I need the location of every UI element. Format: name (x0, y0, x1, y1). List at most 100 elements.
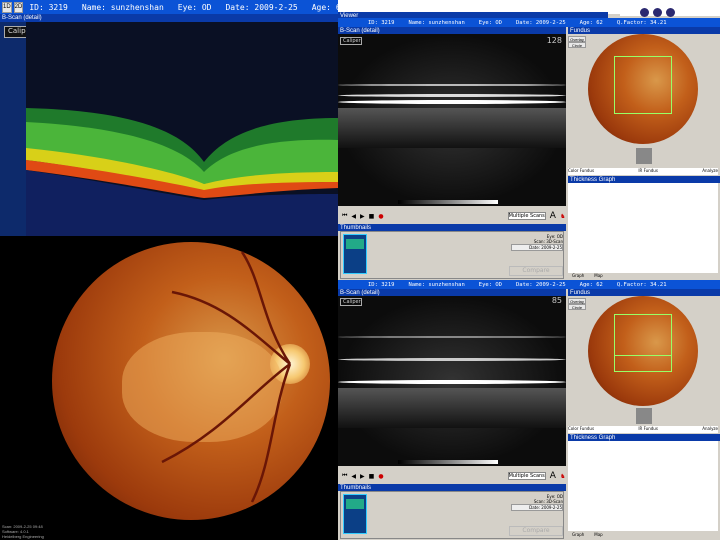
quality-factor: Q.Factor: 34.21 (616, 281, 667, 288)
analyze-label[interactable]: Analyze (702, 426, 718, 433)
info-panel: Eye: OD Scan: 3D-Scan Date: 2009-2-25 (511, 494, 563, 518)
tab-2d[interactable]: 2D (13, 1, 24, 13)
viewer-bottom: ID: 3219 Name: sunzhenshan Eye: OD Date:… (338, 280, 720, 540)
thumbnails-panel: Eye: OD Scan: 3D-Scan Date: 2009-2-25 Co… (340, 491, 564, 539)
patient-eye: Eye: OD (478, 19, 502, 26)
intensity-bar (398, 460, 498, 464)
compare-button[interactable]: Compare (509, 266, 563, 276)
playback-toolbar: ⏮ ◀ ▶ ■ ● Multiple Scans A ♞ (338, 470, 566, 482)
thickness-graph (568, 441, 718, 531)
tab-1d[interactable]: 1D (2, 1, 12, 13)
graph-map-tabs: Graph Map (568, 532, 718, 539)
info-date: Date: 2009-2-25 (511, 504, 563, 511)
patient-name: Name: sunzhenshan (408, 19, 465, 26)
fundus-thumb (588, 296, 698, 406)
thumbnail[interactable] (343, 494, 367, 534)
tab-map[interactable]: Map (594, 532, 602, 539)
first-frame-icon[interactable]: ⏮ (342, 212, 347, 220)
vessels (161, 251, 292, 503)
color-fundus-label[interactable]: Color Fundus (568, 426, 594, 433)
quality-factor: Q.Factor: 34.21 (359, 2, 432, 12)
caliper-button[interactable]: Caliper (340, 37, 362, 45)
play-icon[interactable]: ▶ (360, 473, 365, 480)
fundus-title: Fundus (568, 289, 720, 296)
fundus-thumb (588, 34, 698, 144)
multiple-scans-select[interactable]: Multiple Scans (507, 472, 546, 480)
viewer-top: Viewer ID: 3219 Name: sunzhenshan Eye: O… (338, 12, 720, 280)
user-icon[interactable]: ♞ (560, 473, 565, 480)
tab-graph[interactable]: Graph (572, 532, 584, 539)
font-a-icon[interactable]: A (550, 471, 556, 481)
info-panel: Eye: OD Scan: 3D-Scan Date: 2009-2-25 (511, 234, 563, 258)
scan-index: 85 (551, 296, 562, 305)
thickness-title: Thickness Graph (568, 176, 720, 183)
info-date: Date: 2009-2-25 (511, 244, 563, 251)
oct-bscan: Caliper 85 (338, 296, 566, 466)
play-icon[interactable]: ▶ (360, 213, 365, 220)
intensity-bar (398, 200, 498, 204)
bscan-title: B-Scan (detail) (0, 14, 338, 22)
circle-button[interactable]: Circle (568, 42, 586, 48)
thickness-graph (568, 183, 718, 273)
thumbnails-panel: Eye: OD Scan: 3D-Scan Date: 2009-2-25 Co… (340, 231, 564, 279)
color-fundus-label[interactable]: Color Fundus (568, 168, 594, 175)
analyze-label[interactable]: Analyze (702, 168, 718, 175)
fundus-area (0, 236, 338, 526)
patient-age: Age: 62 (311, 2, 346, 12)
patient-eye: Eye: OD (177, 2, 212, 12)
prev-frame-icon[interactable]: ◀ (351, 473, 356, 480)
patient-name: Name: sunzhenshan (81, 2, 164, 12)
font-a-icon[interactable]: A (550, 211, 556, 221)
left-strip (0, 22, 26, 236)
bscan-title: B-Scan (detail) (338, 27, 566, 34)
color-fundus-image (52, 242, 330, 520)
oct-bscan: Caliper 128 (338, 34, 566, 206)
fundus-labels: Color Fundus IR Fundus Analyze (568, 426, 718, 433)
thumbnails-title: Thumbnails (338, 224, 566, 231)
dot-icon (640, 8, 649, 17)
user-icon[interactable]: ♞ (560, 213, 565, 220)
oct-color-scan (26, 22, 338, 236)
patient-eye: Eye: OD (478, 281, 502, 288)
left-window: 1D 2D ID: 3219 Name: sunzhenshan Eye: OD… (0, 0, 432, 540)
stop-icon[interactable]: ■ (369, 213, 375, 220)
multiple-scans-select[interactable]: Multiple Scans (507, 212, 546, 220)
patient-age: Age: 62 (579, 19, 603, 26)
bscan-title: B-Scan (detail) (338, 289, 566, 296)
viewer-patient-header: ID: 3219 Name: sunzhenshan Eye: OD Date:… (338, 18, 720, 27)
quality-factor: Q.Factor: 34.21 (616, 19, 667, 26)
record-icon[interactable]: ● (378, 473, 383, 480)
ir-fundus-label[interactable]: IR Fundus (638, 168, 658, 175)
stop-icon[interactable]: ■ (369, 473, 375, 480)
patient-name: Name: sunzhenshan (408, 281, 465, 288)
scan-index: 128 (546, 36, 562, 45)
thumbnail[interactable] (343, 234, 367, 274)
scan-region-box (614, 314, 672, 372)
ir-thumbnail[interactable] (636, 148, 652, 164)
first-frame-icon[interactable]: ⏮ (342, 472, 347, 480)
tab-map[interactable]: Map (594, 273, 602, 280)
playback-toolbar: ⏮ ◀ ▶ ■ ● Multiple Scans A ♞ (338, 210, 566, 222)
ir-fundus-label[interactable]: IR Fundus (638, 426, 658, 433)
caliper-button[interactable]: Caliper (340, 298, 362, 306)
status-line: Heidelberg Engineering (2, 534, 44, 539)
circle-button[interactable]: Circle (568, 304, 586, 310)
status-text: Scan: 2009-2-25 09:48 Software: 4.0.1 He… (2, 524, 44, 539)
ir-thumbnail[interactable] (636, 408, 652, 424)
fundus-labels: Color Fundus IR Fundus Analyze (568, 168, 718, 175)
record-icon[interactable]: ● (378, 213, 383, 220)
viewer-patient-header: ID: 3219 Name: sunzhenshan Eye: OD Date:… (338, 280, 720, 289)
slide-decoration (620, 4, 720, 17)
thumbnails-title: Thumbnails (338, 484, 566, 491)
prev-frame-icon[interactable]: ◀ (351, 213, 356, 220)
patient-id: ID: 3219 (368, 281, 395, 288)
patient-age: Age: 62 (579, 281, 603, 288)
compare-button[interactable]: Compare (509, 526, 563, 536)
patient-header: 1D 2D ID: 3219 Name: sunzhenshan Eye: OD… (0, 0, 432, 14)
graph-map-tabs: Graph Map (568, 273, 718, 280)
dot-icon (653, 8, 662, 17)
tab-graph[interactable]: Graph (572, 273, 584, 280)
thickness-title: Thickness Graph (568, 434, 720, 441)
scan-date: Date: 2009-2-25 (515, 281, 566, 288)
scan-date: Date: 2009-2-25 (225, 2, 298, 12)
